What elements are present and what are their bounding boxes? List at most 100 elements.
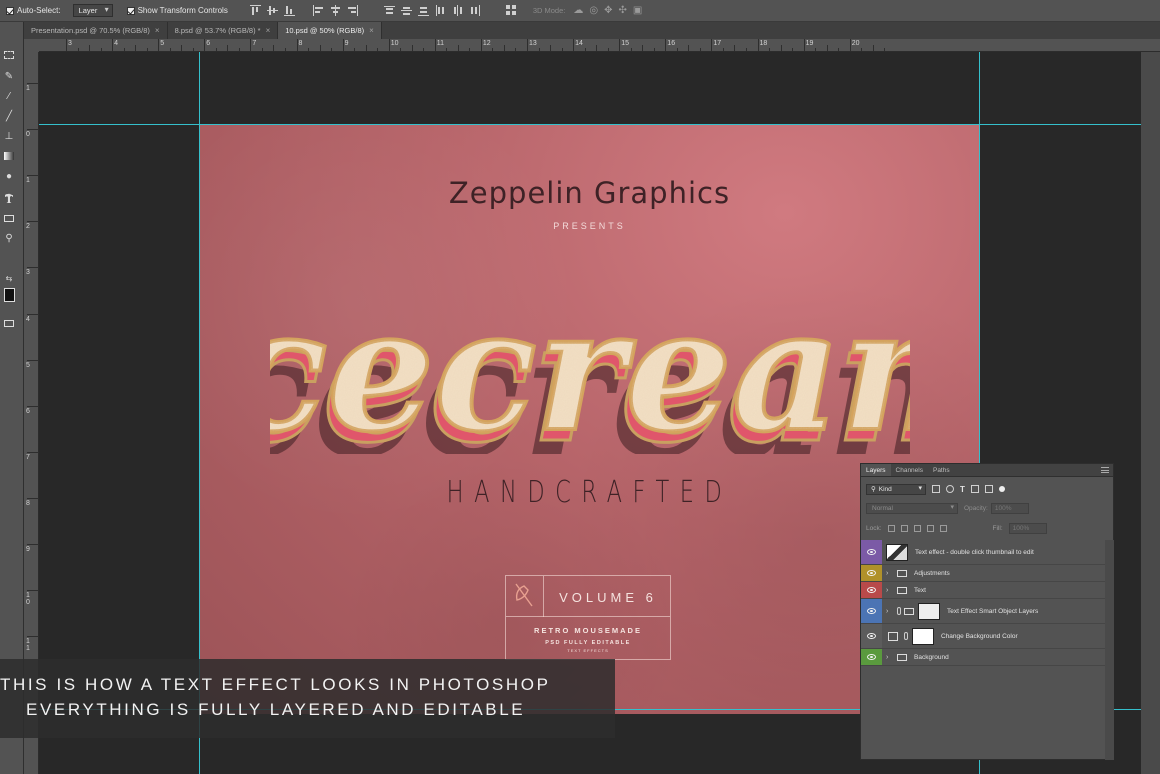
ruler-minor-tick	[123, 48, 125, 51]
lock-pixels-icon[interactable]	[900, 524, 908, 532]
lock-all-icon[interactable]	[939, 524, 947, 532]
distribute-right-icon[interactable]	[469, 5, 480, 16]
visibility-eye-icon[interactable]	[861, 599, 882, 623]
tab-layers[interactable]: Layers	[861, 464, 891, 476]
3d-orbit-icon[interactable]: ☁	[573, 5, 583, 16]
panel-menu-icon[interactable]	[1101, 467, 1109, 473]
distribute-left-icon[interactable]	[435, 5, 446, 16]
fill-input[interactable]: 100%	[1008, 522, 1047, 534]
blend-row: Normal Opacity: 100%	[866, 502, 1111, 515]
close-icon[interactable]: ×	[155, 26, 160, 35]
visibility-eye-icon[interactable]	[861, 540, 882, 564]
smart-object-thumbnail[interactable]	[886, 543, 908, 561]
filter-kind-dropdown[interactable]: ⚲ Kind	[866, 483, 926, 495]
presents-label: PRESENTS	[553, 221, 626, 231]
chevron-right-icon[interactable]: ›	[886, 654, 894, 661]
layer-row[interactable]: › Text Effect Smart Object Layers	[861, 599, 1105, 624]
visibility-eye-icon[interactable]	[861, 582, 882, 598]
brand-title: Zeppelin Graphics	[448, 176, 731, 210]
type-tool-icon[interactable]: T	[2, 192, 16, 206]
zoom-tool-icon[interactable]: ⚲	[2, 231, 16, 245]
eyedropper-tool-icon[interactable]: ⁄	[2, 89, 16, 103]
auto-select-target-dropdown[interactable]: Layer	[72, 4, 113, 17]
align-right-icon[interactable]	[347, 5, 358, 16]
tab-presentation[interactable]: Presentation.psd @ 70.5% (RGB/8) ×	[24, 22, 168, 39]
align-left-icon[interactable]	[312, 5, 324, 16]
distribute-top-icon[interactable]	[383, 5, 395, 16]
filter-shape-icon[interactable]	[970, 485, 979, 493]
ruler-minor-tick	[238, 48, 240, 51]
mask-thumbnail[interactable]	[918, 602, 940, 620]
3d-pan-icon[interactable]: ✥	[604, 5, 612, 16]
align-top-icon[interactable]	[249, 5, 261, 16]
align-hcenter-icon[interactable]	[330, 5, 341, 16]
ruler-minor-tick	[676, 48, 678, 51]
ruler-tick	[204, 39, 206, 51]
distribute-bottom-icon[interactable]	[417, 5, 429, 16]
layer-row[interactable]: Change Background Color	[861, 624, 1105, 649]
filter-pixel-icon[interactable]	[932, 485, 940, 493]
tab-channels[interactable]: Channels	[891, 464, 928, 476]
layer-row[interactable]: › Background	[861, 649, 1105, 666]
horizontal-ruler[interactable]: 3 4 5 6 7 8 9 10 11 12 13 14 15 16 17 18 19 20	[39, 39, 1160, 52]
ruler-tick	[665, 39, 667, 51]
visibility-eye-icon[interactable]	[861, 649, 882, 665]
ruler-label: 11	[26, 638, 30, 653]
align-vcenter-icon[interactable]	[266, 5, 278, 16]
ruler-minor-tick	[457, 45, 459, 51]
filter-adjustment-icon[interactable]	[946, 485, 954, 493]
layer-row[interactable]: Text effect - double click thumbnail to …	[861, 540, 1105, 565]
lock-position-icon[interactable]	[913, 524, 921, 532]
ruler-label: 17	[713, 40, 722, 47]
folder-icon	[897, 653, 907, 661]
chevron-right-icon[interactable]: ›	[886, 570, 894, 577]
filter-smart-object-icon[interactable]	[984, 485, 993, 493]
3d-slide-icon[interactable]: ✣	[619, 5, 627, 16]
filter-type-icon[interactable]: T	[960, 485, 965, 494]
chevron-right-icon[interactable]: ›	[886, 608, 894, 615]
guide-horizontal[interactable]	[39, 124, 1141, 125]
quick-selection-tool-icon[interactable]: ✎	[2, 69, 16, 83]
tab-paths[interactable]: Paths	[928, 464, 955, 476]
badge-volume: VOLUME 6	[559, 590, 657, 605]
layer-row[interactable]: › Text	[861, 582, 1105, 599]
mask-thumbnail[interactable]	[912, 627, 934, 645]
layer-row[interactable]: › Adjustments	[861, 565, 1105, 582]
brush-tool-icon[interactable]: ╱	[2, 109, 16, 123]
tab-8psd[interactable]: 8.psd @ 53.7% (RGB/8) * ×	[168, 22, 279, 39]
3d-roll-icon[interactable]: ◎	[589, 5, 598, 16]
close-icon[interactable]: ×	[369, 26, 374, 35]
marquee-tool-icon[interactable]	[2, 48, 16, 62]
distribute-vcenter-icon[interactable]	[400, 5, 412, 16]
screen-mode-icon[interactable]	[2, 316, 16, 330]
link-icon	[897, 607, 901, 615]
distribute-hcenter-icon[interactable]	[452, 5, 463, 16]
lock-transparency-icon[interactable]	[887, 524, 895, 532]
layers-scrollbar[interactable]	[1105, 540, 1114, 760]
lock-artboard-icon[interactable]	[926, 524, 934, 532]
ruler-minor-tick	[561, 48, 563, 51]
align-bottom-icon[interactable]	[283, 5, 295, 16]
3d-scale-icon[interactable]: ▣	[633, 5, 642, 16]
ruler-minor-tick	[653, 48, 655, 51]
auto-align-layers-icon[interactable]	[505, 5, 517, 16]
close-icon[interactable]: ×	[266, 26, 271, 35]
tab-label: Presentation.psd @ 70.5% (RGB/8)	[31, 26, 150, 35]
chevron-right-icon[interactable]: ›	[886, 587, 894, 594]
blend-mode-dropdown[interactable]: Normal	[866, 503, 958, 514]
foreground-color-swatch[interactable]	[2, 288, 16, 302]
tab-10psd[interactable]: 10.psd @ 50% (RGB/8) ×	[278, 22, 382, 39]
visibility-eye-icon[interactable]	[861, 565, 882, 581]
swap-colors-icon[interactable]: ⇆	[2, 271, 16, 285]
dodge-tool-icon[interactable]: ●	[2, 169, 16, 183]
filter-toggle-icon[interactable]	[998, 486, 1005, 492]
gradient-tool-icon[interactable]	[2, 149, 16, 163]
show-transform-checkbox[interactable]: Show Transform Controls	[126, 6, 228, 15]
ruler-tick	[342, 39, 344, 51]
auto-select-checkbox[interactable]: Auto-Select:	[6, 6, 61, 15]
opacity-input[interactable]: 100%	[990, 503, 1029, 514]
ruler-minor-tick	[745, 48, 747, 51]
rectangle-tool-icon[interactable]	[2, 211, 16, 225]
clone-stamp-tool-icon[interactable]: ⊥	[2, 129, 16, 143]
visibility-eye-icon[interactable]	[861, 624, 882, 648]
